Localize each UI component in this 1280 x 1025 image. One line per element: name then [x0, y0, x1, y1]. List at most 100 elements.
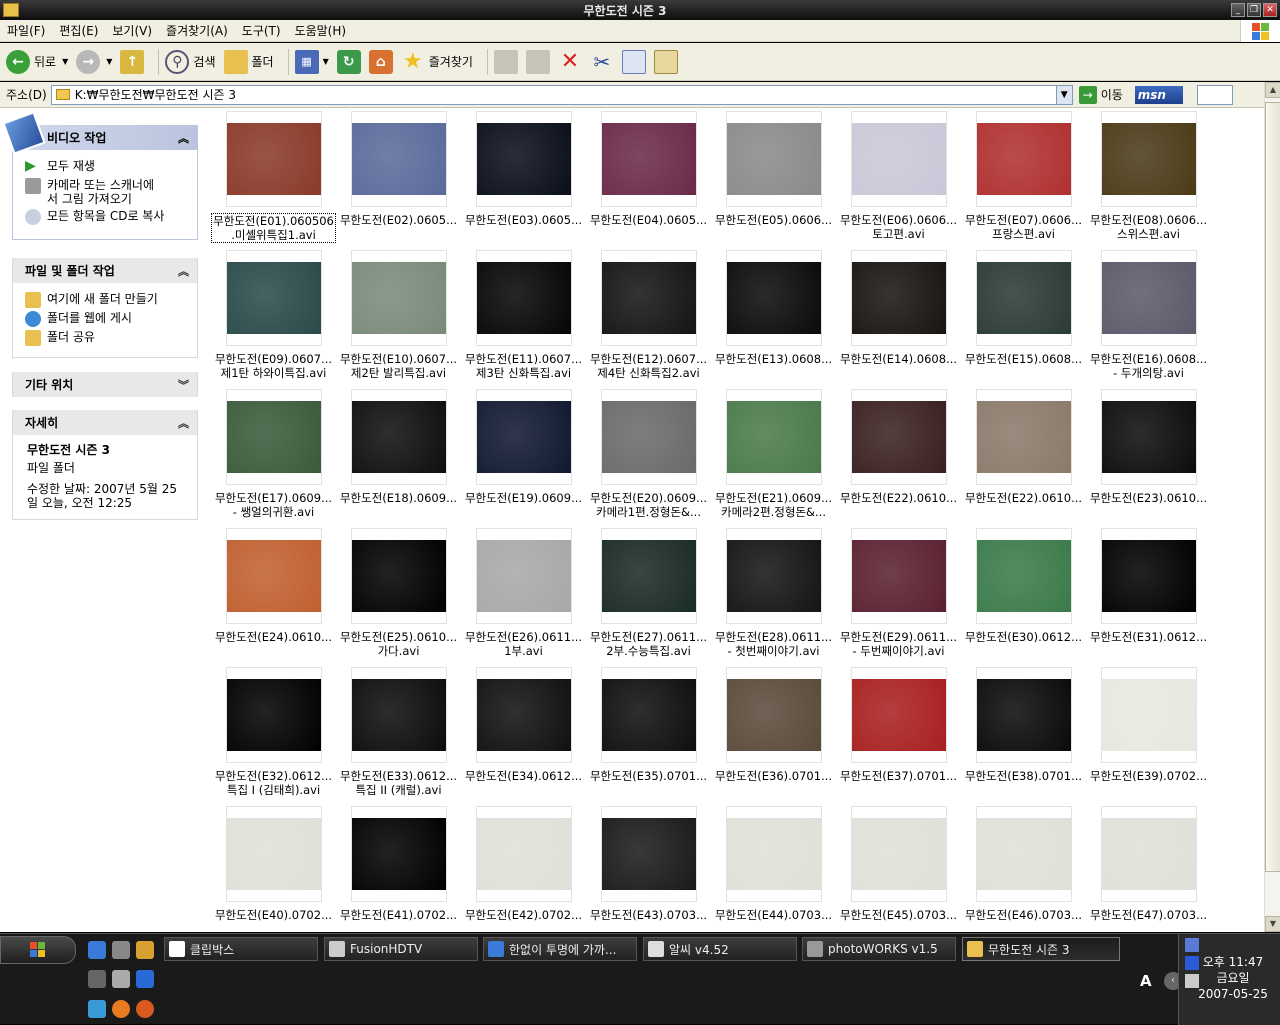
- menu-help[interactable]: 도움말(H): [288, 22, 354, 39]
- scroll-thumb[interactable]: [1265, 102, 1280, 872]
- folders-button[interactable]: 폴더: [223, 49, 274, 74]
- favorites-button[interactable]: ★ 즐겨찾기: [401, 49, 473, 74]
- file-thumbnail[interactable]: 무한도전(E34).0612...: [461, 667, 586, 783]
- file-thumbnail[interactable]: 무한도전(E44).0703...: [711, 806, 836, 922]
- file-thumbnail[interactable]: 무한도전(E19).0609...: [461, 389, 586, 505]
- up-folder-button[interactable]: ↑: [120, 49, 145, 74]
- new-folder-link[interactable]: 여기에 새 폴더 만들기: [25, 292, 187, 308]
- file-thumbnail[interactable]: 무한도전(E38).0701...: [961, 667, 1086, 783]
- views-button[interactable]: ▦ ▼: [294, 49, 329, 74]
- expand-icon[interactable]: ︾: [178, 377, 189, 393]
- file-thumbnail[interactable]: 무한도전(E46).0703...: [961, 806, 1086, 922]
- file-thumbnail[interactable]: 무한도전(E22).0610...: [961, 389, 1086, 505]
- scroll-down-arrow[interactable]: ▼: [1265, 916, 1280, 932]
- file-thumbnail[interactable]: 무한도전(E35).0701...: [586, 667, 711, 783]
- file-thumbnail[interactable]: 무한도전(E29).0611... - 두번째이야기.avi: [836, 528, 961, 658]
- clock[interactable]: 오후 11:47 금요일 2007-05-25: [1186, 954, 1280, 1002]
- file-thumbnail[interactable]: 무한도전(E12).0607... 제4탄 신화특집2.avi: [586, 250, 711, 380]
- file-thumbnail[interactable]: 무한도전(E40).0702...: [211, 806, 336, 922]
- address-input[interactable]: K:₩무한도전₩무한도전 시즌 3 ▼: [50, 84, 1073, 105]
- network-tray-icon[interactable]: [1185, 938, 1199, 952]
- file-thumbnail[interactable]: 무한도전(E13).0608...: [711, 250, 836, 366]
- file-thumbnail[interactable]: 무한도전(E32).0612... 특집 I (김태희).avi: [211, 667, 336, 797]
- file-thumbnail[interactable]: 무한도전(E26).0611... 1부.avi: [461, 528, 586, 658]
- task-alsee[interactable]: 알씨 v4.52: [643, 937, 797, 961]
- recycle-quicklaunch-icon[interactable]: [112, 941, 130, 959]
- file-thumbnail[interactable]: 무한도전(E08).0606... 스위스편.avi: [1086, 111, 1211, 241]
- quicklaunch-icon-7[interactable]: [88, 1000, 106, 1018]
- details-header[interactable]: 자세히 ︽: [13, 410, 197, 435]
- menu-edit[interactable]: 편집(E): [52, 22, 105, 39]
- forward-dropdown-icon[interactable]: ▼: [106, 57, 112, 66]
- quicklaunch-icon-8[interactable]: [112, 1000, 130, 1018]
- task-photoworks[interactable]: photoWORKS v1.5: [802, 937, 956, 961]
- msn-search-logo[interactable]: msn: [1134, 85, 1183, 104]
- file-thumbnail[interactable]: 무한도전(E09).0607... 제1탄 하와이특집.avi: [211, 250, 336, 380]
- paste-button[interactable]: [653, 49, 678, 74]
- views-dropdown-icon[interactable]: ▼: [323, 57, 329, 66]
- menu-favorites[interactable]: 즐겨찾기(A): [159, 22, 235, 39]
- back-button[interactable]: ← 뒤로 ▼: [6, 49, 68, 74]
- back-dropdown-icon[interactable]: ▼: [62, 57, 68, 66]
- task-fusionhdtv[interactable]: FusionHDTV: [324, 937, 478, 961]
- file-thumbnail[interactable]: 무한도전(E04).0605...: [586, 111, 711, 227]
- app-quicklaunch-icon[interactable]: [136, 941, 154, 959]
- file-thumbnail[interactable]: 무한도전(E15).0608...: [961, 250, 1086, 366]
- file-thumbnail[interactable]: 무한도전(E42).0702...: [461, 806, 586, 922]
- file-thumbnail[interactable]: 무한도전(E39).0702...: [1086, 667, 1211, 783]
- file-thumbnail[interactable]: 무한도전(E05).0606...: [711, 111, 836, 227]
- menu-view[interactable]: 보기(V): [105, 22, 159, 39]
- file-thumbnail[interactable]: 무한도전(E31).0612...: [1086, 528, 1211, 644]
- quicklaunch-icon-4[interactable]: [88, 970, 106, 988]
- file-thumbnail[interactable]: 무한도전(E20).0609... 카메라1편.정형돈&...: [586, 389, 711, 519]
- restore-button[interactable]: ❐: [1247, 3, 1261, 17]
- delete-button[interactable]: ✕: [558, 49, 582, 74]
- file-thumbnail[interactable]: 무한도전(E37).0701...: [836, 667, 961, 783]
- file-thumbnail[interactable]: 무한도전(E41).0702...: [336, 806, 461, 922]
- ie-quicklaunch-icon[interactable]: [88, 941, 106, 959]
- file-thumbnail[interactable]: 무한도전(E28).0611... - 첫번째이야기.avi: [711, 528, 836, 658]
- file-thumbnail[interactable]: 무한도전(E47).0703...: [1086, 806, 1211, 922]
- move-to-button[interactable]: [493, 49, 518, 74]
- collapse-icon[interactable]: ︽: [178, 263, 189, 279]
- file-thumbnail[interactable]: 무한도전(E06).0606... 토고편.avi: [836, 111, 961, 241]
- forward-button[interactable]: → ▼: [76, 49, 112, 74]
- quicklaunch-icon-6[interactable]: [136, 970, 154, 988]
- start-button[interactable]: [0, 936, 76, 964]
- scroll-up-arrow[interactable]: ▲: [1265, 82, 1280, 98]
- file-thumbnail[interactable]: 무한도전(E14).0608...: [836, 250, 961, 366]
- file-thumbnail[interactable]: 무한도전(E25).0610... 가다.avi: [336, 528, 461, 658]
- menu-file[interactable]: 파일(F): [0, 22, 52, 39]
- file-thumbnail[interactable]: 무한도전(E16).0608... - 두개의탕.avi: [1086, 250, 1211, 380]
- menu-tools[interactable]: 도구(T): [235, 22, 288, 39]
- search-button[interactable]: ⚲ 검색: [165, 49, 216, 74]
- ime-indicator[interactable]: A: [1140, 972, 1152, 990]
- file-thumbnail[interactable]: 무한도전(E22).0610...: [836, 389, 961, 505]
- file-thumbnail[interactable]: 무한도전(E30).0612...: [961, 528, 1086, 644]
- copy-to-cd-link[interactable]: 모든 항목을 CD로 복사: [25, 209, 187, 225]
- file-thumbnail[interactable]: 무한도전(E17).0609... - 쌩얼의귀환.avi: [211, 389, 336, 519]
- home-button[interactable]: ⌂: [368, 49, 393, 74]
- file-thumbnail[interactable]: 무한도전(E18).0609...: [336, 389, 461, 505]
- go-button[interactable]: → 이동: [1078, 85, 1123, 104]
- file-thumbnail[interactable]: 무한도전(E07).0606... 프랑스편.avi: [961, 111, 1086, 241]
- refresh-button[interactable]: ↻: [336, 49, 361, 74]
- file-thumbnail[interactable]: 무한도전(E45).0703...: [836, 806, 961, 922]
- file-tasks-header[interactable]: 파일 및 폴더 작업 ︽: [13, 258, 197, 283]
- file-thumbnail[interactable]: 무한도전(E36).0701...: [711, 667, 836, 783]
- other-places-header[interactable]: 기타 위치 ︾: [13, 372, 197, 397]
- address-dropdown-icon[interactable]: ▼: [1055, 85, 1072, 104]
- file-thumbnail[interactable]: 무한도전(E02).0605...: [336, 111, 461, 227]
- cut-button[interactable]: ✂: [590, 50, 614, 74]
- copy-to-button[interactable]: [525, 49, 550, 74]
- file-thumbnail[interactable]: 무한도전(E24).0610...: [211, 528, 336, 644]
- collapse-icon[interactable]: ︽: [178, 415, 189, 431]
- publish-web-link[interactable]: 폴더를 웹에 게시: [25, 311, 187, 327]
- file-thumbnail[interactable]: 무한도전(E27).0611... 2부.수능특집.avi: [586, 528, 711, 658]
- task-explorer[interactable]: 무한도전 시즌 3: [962, 937, 1120, 961]
- file-thumbnail[interactable]: 무한도전(E10).0607... 제2탄 발리특집.avi: [336, 250, 461, 380]
- file-thumbnail[interactable]: 무한도전(E03).0605...: [461, 111, 586, 227]
- close-button[interactable]: ✕: [1263, 3, 1277, 17]
- file-thumbnail[interactable]: 무한도전(E33).0612... 특집 II (캐럴).avi: [336, 667, 461, 797]
- file-thumbnail[interactable]: 무한도전(E23).0610...: [1086, 389, 1211, 505]
